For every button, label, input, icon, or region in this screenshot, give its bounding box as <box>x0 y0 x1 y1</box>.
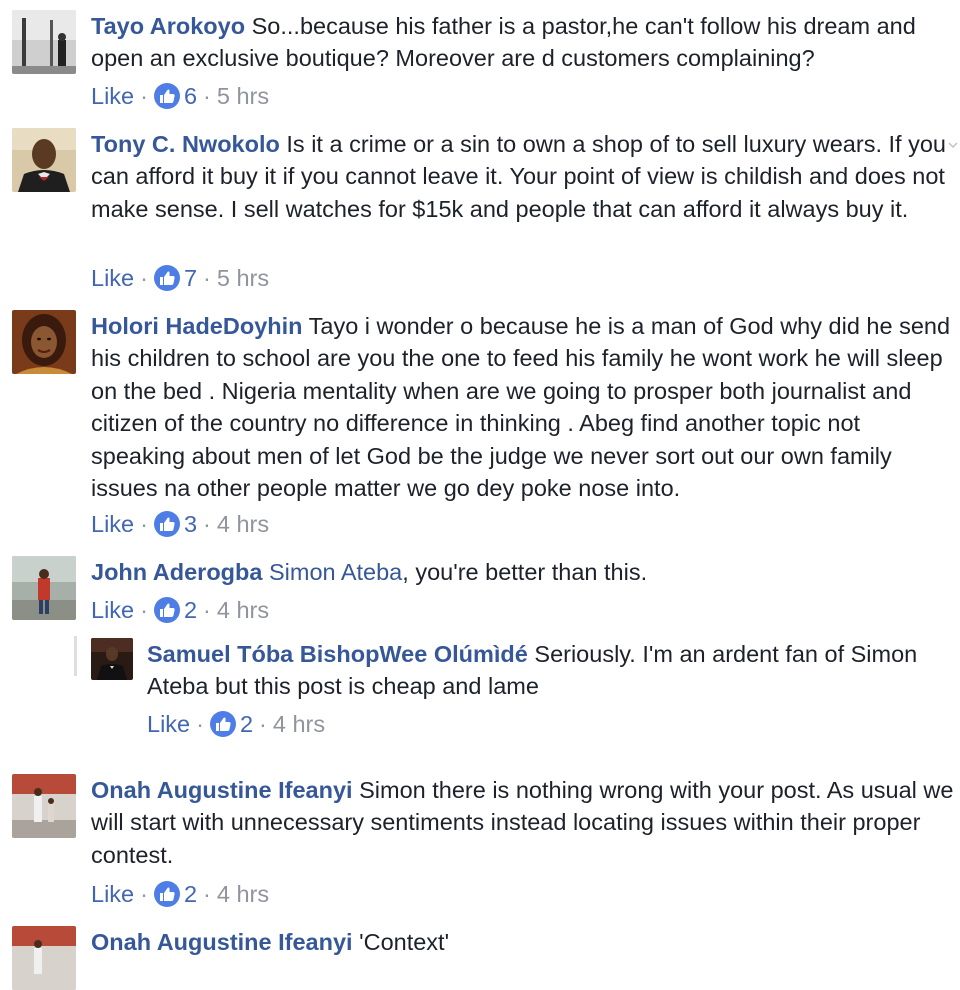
comment-text: Tayo i wonder o because he is a man of G… <box>91 313 951 502</box>
like-count[interactable]: 2 <box>184 595 197 625</box>
separator: · <box>140 511 148 537</box>
comment-body: Onah Augustine Ifeanyi Simon there is no… <box>91 774 957 871</box>
thumbs-up-icon[interactable] <box>209 711 236 737</box>
like-button[interactable]: Like <box>91 81 134 111</box>
thumbs-up-icon[interactable] <box>153 265 180 291</box>
comment-author[interactable]: Tony C. Nwokolo <box>91 131 280 157</box>
comment-text: , you're better than this. <box>402 559 648 585</box>
timestamp[interactable]: 4 hrs <box>217 879 269 909</box>
comment-body: Tony C. Nwokolo Is it a crime or a sin t… <box>91 128 957 225</box>
comment-actions: Like · 2 · 4 hrs <box>91 879 269 909</box>
comment-actions: Like · 2 · 4 hrs <box>91 595 269 625</box>
avatar[interactable] <box>12 774 76 838</box>
like-count[interactable]: 2 <box>184 879 197 909</box>
separator: · <box>203 881 211 907</box>
separator: · <box>140 265 148 291</box>
chevron-down-icon[interactable] <box>948 140 958 150</box>
thumbs-up-icon[interactable] <box>153 597 180 623</box>
separator: · <box>140 597 148 623</box>
comment-body: Onah Augustine Ifeanyi 'Context' <box>91 926 957 958</box>
separator: · <box>203 83 211 109</box>
comment-actions: Like · 6 · 5 hrs <box>91 81 269 111</box>
mention-link[interactable]: Simon Ateba <box>269 559 402 585</box>
comment-text: 'Context' <box>359 929 450 955</box>
avatar[interactable] <box>91 638 133 680</box>
avatar[interactable] <box>12 926 76 990</box>
comment-author[interactable]: Onah Augustine Ifeanyi <box>91 777 353 803</box>
timestamp[interactable]: 5 hrs <box>217 81 269 111</box>
like-button[interactable]: Like <box>91 879 134 909</box>
like-count[interactable]: 7 <box>184 263 197 293</box>
comment-body: Holori HadeDoyhin Tayo i wonder o becaus… <box>91 310 957 504</box>
timestamp[interactable]: 4 hrs <box>217 509 269 539</box>
comment-actions: Like · 3 · 4 hrs <box>91 509 269 539</box>
separator: · <box>259 711 267 737</box>
like-button[interactable]: Like <box>91 509 134 539</box>
comment-author[interactable]: Holori HadeDoyhin <box>91 313 303 339</box>
avatar[interactable] <box>12 310 76 374</box>
like-count[interactable]: 6 <box>184 81 197 111</box>
separator: · <box>140 881 148 907</box>
comment-author[interactable]: John Aderogba <box>91 559 262 585</box>
separator: · <box>140 83 148 109</box>
comment-body: Samuel Tóba BishopWee Olúmìdé Seriously.… <box>147 638 957 703</box>
separator: · <box>196 711 204 737</box>
comment-actions: Like · 2 · 4 hrs <box>147 709 325 739</box>
thumbs-up-icon[interactable] <box>153 881 180 907</box>
avatar[interactable] <box>12 10 76 74</box>
comment-body: Tayo Arokoyo So...because his father is … <box>91 10 957 75</box>
comment-author[interactable]: Onah Augustine Ifeanyi <box>91 929 353 955</box>
comment: Tayo Arokoyo So...because his father is … <box>0 0 960 120</box>
comment-actions: Like · 7 · 5 hrs <box>91 263 269 293</box>
separator: · <box>203 597 211 623</box>
timestamp[interactable]: 5 hrs <box>217 263 269 293</box>
thumbs-up-icon[interactable] <box>153 511 180 537</box>
thumbs-up-icon[interactable] <box>153 83 180 109</box>
like-button[interactable]: Like <box>91 263 134 293</box>
comment-body: John Aderogba Simon Ateba, you're better… <box>91 556 957 588</box>
timestamp[interactable]: 4 hrs <box>217 595 269 625</box>
separator: · <box>203 511 211 537</box>
avatar[interactable] <box>12 556 76 620</box>
like-count[interactable]: 2 <box>240 709 253 739</box>
timestamp[interactable]: 4 hrs <box>273 709 325 739</box>
like-button[interactable]: Like <box>91 595 134 625</box>
reply-thread-line <box>74 636 77 676</box>
separator: · <box>203 265 211 291</box>
like-button[interactable]: Like <box>147 709 190 739</box>
comment-author[interactable]: Tayo Arokoyo <box>91 13 245 39</box>
avatar[interactable] <box>12 128 76 192</box>
comment-author[interactable]: Samuel Tóba BishopWee Olúmìdé <box>147 641 528 667</box>
like-count[interactable]: 3 <box>184 509 197 539</box>
